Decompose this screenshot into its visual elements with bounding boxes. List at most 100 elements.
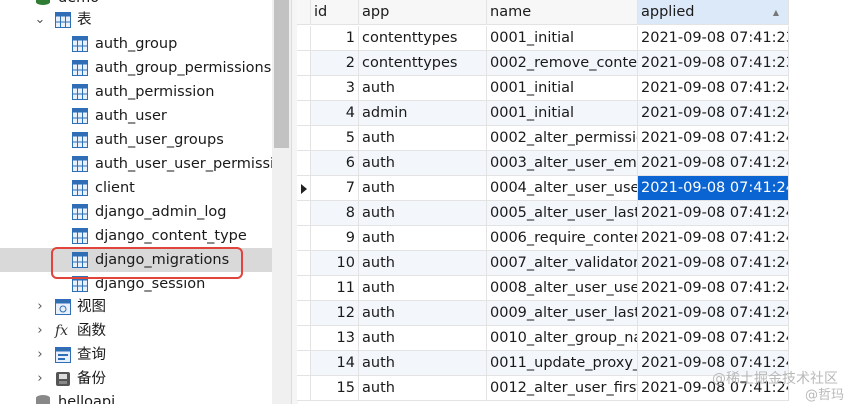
grid-cell-app[interactable]: auth [359,151,487,176]
grid-cell-id[interactable]: 8 [311,201,359,226]
grid-cell-applied[interactable]: 2021-09-08 07:41:24 [638,326,789,351]
tree-scrollbar[interactable] [272,0,291,404]
row-indicator[interactable] [297,26,311,51]
tree-item-table[interactable]: auth_group [0,32,280,56]
grid-cell-name[interactable]: 0009_alter_user_last_name_max_length [487,301,638,326]
row-indicator[interactable] [297,301,311,326]
grid-cell-id[interactable]: 10 [311,251,359,276]
grid-cell-app[interactable]: auth [359,351,487,376]
grid-cell-app[interactable]: auth [359,301,487,326]
row-indicator[interactable] [297,376,311,401]
grid-cell-applied[interactable]: 2021-09-08 07:41:24 [638,201,789,226]
tree-item-table[interactable]: auth_user_user_permissions [0,152,291,176]
tree-item-table[interactable]: auth_group_permissions [0,56,280,80]
row-indicator[interactable] [297,326,311,351]
grid-cell-applied[interactable]: 2021-09-08 07:41:24 [638,251,789,276]
grid-cell-applied[interactable]: 2021-09-08 07:41:23 [638,26,789,51]
row-indicator[interactable] [297,76,311,101]
grid-cell-id[interactable]: 14 [311,351,359,376]
tree-item-table[interactable]: client [0,176,280,200]
grid-cell-app[interactable]: auth [359,376,487,401]
grid-cell-id[interactable]: 7 [311,176,359,201]
row-indicator[interactable] [297,201,311,226]
grid-cell-name[interactable]: 0001_initial [487,101,638,126]
grid-cell-app[interactable]: auth [359,251,487,276]
grid-cell-id[interactable]: 4 [311,101,359,126]
grid-cell-applied[interactable]: 2021-09-08 07:41:24 [638,76,789,101]
grid-cell-app[interactable]: auth [359,326,487,351]
grid-cell-applied[interactable]: 2021-09-08 07:41:24 [638,101,789,126]
grid-cell-applied[interactable]: 2021-09-08 07:41:24 [638,276,789,301]
tree-item-table[interactable]: auth_permission [0,80,280,104]
row-indicator[interactable] [297,151,311,176]
tree-database-helloapi[interactable]: helloapi [0,390,280,404]
grid-cell-name[interactable]: 0003_alter_user_email_max_length [487,151,638,176]
grid-cell-name[interactable]: 0001_initial [487,76,638,101]
grid-cell-app[interactable]: auth [359,126,487,151]
grid-cell-id[interactable]: 5 [311,126,359,151]
grid-cell-id[interactable]: 15 [311,376,359,401]
tree-item-table[interactable]: django_content_type [0,224,280,248]
grid-cell-app[interactable]: contenttypes [359,51,487,76]
grid-corner[interactable] [297,0,311,25]
grid-cell-id[interactable]: 11 [311,276,359,301]
grid-cell-id[interactable]: 2 [311,51,359,76]
grid-cell-applied[interactable]: 2021-09-08 07:41:24 [638,301,789,326]
tree-item-table[interactable]: auth_user_groups [0,128,280,152]
column-header-id[interactable]: id [311,0,359,25]
tree-item-table[interactable]: auth_user [0,104,280,128]
grid-cell-app[interactable]: auth [359,201,487,226]
grid-cell-name[interactable]: 0001_initial [487,26,638,51]
grid-cell-name[interactable]: 0006_require_contenttypes_0002 [487,226,638,251]
grid-cell-name[interactable]: 0002_remove_content_type_name [487,51,638,76]
tree-folder-views[interactable]: › 视图 [0,295,280,319]
grid-cell-name[interactable]: 0005_alter_user_last_login_null [487,201,638,226]
grid-cell-app[interactable]: auth [359,76,487,101]
grid-cell-id[interactable]: 12 [311,301,359,326]
grid-cell-id[interactable]: 13 [311,326,359,351]
grid-cell-name[interactable]: 0012_alter_user_first_name_max_length [487,376,638,401]
grid-cell-id[interactable]: 9 [311,226,359,251]
tree-scrollbar-thumb[interactable] [274,0,289,148]
row-indicator[interactable] [297,51,311,76]
grid-cell-name[interactable]: 0010_alter_group_name_max_length [487,326,638,351]
grid-cell-applied[interactable]: 2021-09-08 07:41:24 [638,176,789,201]
chevron-right-icon[interactable]: › [34,319,46,343]
grid-cell-app[interactable]: auth [359,226,487,251]
grid-cell-app[interactable]: contenttypes [359,26,487,51]
row-indicator[interactable] [297,251,311,276]
chevron-right-icon[interactable]: › [34,295,46,319]
row-indicator[interactable] [297,126,311,151]
grid-cell-name[interactable]: 0011_update_proxy_permissions [487,351,638,376]
grid-cell-id[interactable]: 1 [311,26,359,51]
row-indicator[interactable] [297,351,311,376]
grid-cell-id[interactable]: 6 [311,151,359,176]
grid-cell-app[interactable]: admin [359,101,487,126]
chevron-right-icon[interactable]: › [34,367,46,391]
tree-folder-queries[interactable]: › 查询 [0,343,280,367]
tree-item-table[interactable]: django_admin_log [0,200,280,224]
column-header-app[interactable]: app [359,0,487,25]
tree-folder-backups[interactable]: › 备份 [0,367,280,391]
row-indicator[interactable] [297,176,311,201]
grid-cell-name[interactable]: 0008_alter_user_username_max_length [487,276,638,301]
grid-cell-app[interactable]: auth [359,276,487,301]
grid-cell-name[interactable]: 0007_alter_validators_add_error_messages [487,251,638,276]
chevron-down-icon[interactable]: ⌄ [34,8,46,32]
row-indicator[interactable] [297,276,311,301]
grid-cell-name[interactable]: 0004_alter_user_username_opts [487,176,638,201]
tree-folder-tables[interactable]: ⌄ 表 [0,8,280,32]
tree-folder-functions[interactable]: › fx 函数 [0,319,280,343]
grid-cell-applied[interactable]: 2021-09-08 07:41:24 [638,126,789,151]
row-indicator[interactable] [297,101,311,126]
grid-cell-id[interactable]: 3 [311,76,359,101]
column-header-name[interactable]: name [487,0,638,25]
row-indicator[interactable] [297,226,311,251]
column-header-applied[interactable]: applied ▲ [638,0,789,25]
grid-cell-applied[interactable]: 2021-09-08 07:41:23 [638,51,789,76]
grid-cell-app[interactable]: auth [359,176,487,201]
chevron-right-icon[interactable]: › [34,343,46,367]
grid-cell-name[interactable]: 0002_alter_permission_name_max_length [487,126,638,151]
grid-cell-applied[interactable]: 2021-09-08 07:41:24 [638,226,789,251]
grid-cell-applied[interactable]: 2021-09-08 07:41:24 [638,151,789,176]
